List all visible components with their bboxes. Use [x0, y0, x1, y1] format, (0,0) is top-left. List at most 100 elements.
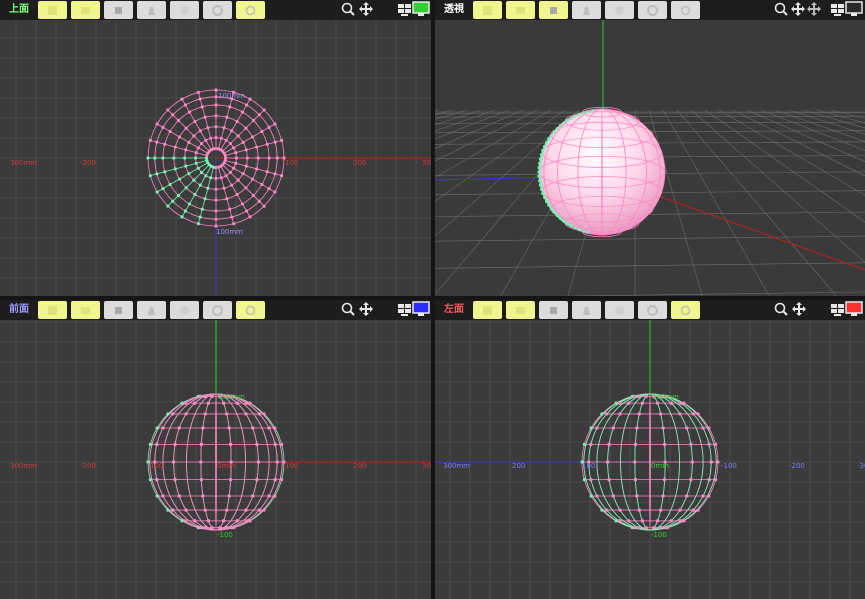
- rotate-tool-button[interactable]: [71, 1, 100, 19]
- mesh-vertex: [606, 460, 610, 464]
- pan-icon[interactable]: [359, 2, 373, 16]
- mesh-vertex: [257, 113, 261, 117]
- zoom-icon[interactable]: [774, 2, 788, 16]
- mesh-vertex: [552, 210, 556, 214]
- mesh-vertex: [627, 519, 631, 523]
- sphere-tool-button[interactable]: [170, 1, 199, 19]
- sphere-tool-button[interactable]: [170, 301, 199, 319]
- cube-tool-button[interactable]: [104, 1, 133, 19]
- mesh-vertex: [244, 126, 248, 130]
- mesh-vertex: [193, 192, 197, 197]
- mesh-vertex: [184, 148, 188, 152]
- cube-tool-button[interactable]: [539, 1, 568, 19]
- viewport-front[interactable]: 前面 300mm -200 100 0mm 100 200 30 100mm -100: [0, 300, 431, 599]
- mesh-vertex: [714, 477, 718, 482]
- front-canvas[interactable]: 300mm -200 100 0mm 100 200 30 100mm -100: [0, 320, 431, 599]
- monitor-icon[interactable]: [412, 301, 430, 316]
- left-canvas[interactable]: 300mm 200 100 0mm -100 -200 -30 100mm -100: [435, 320, 865, 599]
- monitor-icon[interactable]: [412, 1, 430, 16]
- zoom-icon[interactable]: [774, 302, 788, 316]
- pan-icon[interactable]: [791, 2, 805, 16]
- rotate-tool-button[interactable]: [506, 301, 535, 319]
- rotate-tool-icon: [81, 306, 90, 314]
- mesh-vertex: [661, 426, 665, 430]
- mesh-vertex: [541, 191, 545, 195]
- pan-icon[interactable]: [359, 302, 373, 316]
- mesh-vertex: [225, 197, 229, 201]
- mesh-vertex: [183, 401, 187, 405]
- mesh-vertex: [265, 142, 269, 146]
- mesh-vertex: [273, 477, 277, 482]
- monitor-icon[interactable]: [845, 301, 863, 316]
- rotate-tool-button[interactable]: [71, 301, 100, 319]
- layout-icon[interactable]: [398, 304, 411, 316]
- mesh-vertex: [204, 174, 208, 178]
- mesh-vertex: [235, 192, 239, 197]
- mesh-vertex: [148, 477, 152, 482]
- move-tool-button[interactable]: [473, 301, 502, 319]
- orbit-icon[interactable]: [807, 2, 821, 16]
- viewport-toolbar: 透視: [435, 0, 865, 20]
- move-tool-button[interactable]: [38, 1, 67, 19]
- mesh-vertex: [231, 90, 236, 94]
- sphere-tool-button[interactable]: [605, 301, 634, 319]
- gear-tool-button[interactable]: [203, 301, 232, 319]
- refresh-tool-button[interactable]: [236, 301, 265, 319]
- mesh-vertex: [250, 135, 255, 139]
- move-tool-button[interactable]: [38, 301, 67, 319]
- refresh-tool-button[interactable]: [671, 1, 700, 19]
- cube-tool-button[interactable]: [539, 301, 568, 319]
- gear-tool-icon: [647, 304, 658, 316]
- top-canvas[interactable]: 300mm -200 100 200 30100mm100mm: [0, 20, 431, 296]
- pan-icon[interactable]: [792, 302, 806, 316]
- mesh-vertex: [644, 394, 648, 398]
- mesh-vertex: [177, 426, 181, 430]
- mesh-vertex: [582, 477, 586, 482]
- sphere-tool-button[interactable]: [605, 1, 634, 19]
- mesh-vertex: [196, 90, 201, 94]
- viewport-left[interactable]: 左面 300mm 200 100 0mm -100 -200 -30 100mm -100: [435, 300, 865, 599]
- bell-tool-button[interactable]: [572, 1, 601, 19]
- mesh-vertex: [581, 111, 586, 115]
- axis-label: 300mm: [10, 462, 37, 470]
- bell-tool-button[interactable]: [572, 301, 601, 319]
- viewport-perspective[interactable]: 透視: [435, 0, 865, 296]
- mesh-vertex: [201, 426, 205, 430]
- mesh-vertex: [183, 519, 187, 523]
- zoom-icon[interactable]: [341, 2, 355, 16]
- mesh-vertex: [248, 97, 252, 101]
- viewport-top[interactable]: 上面 300mm -200 100 200 30 100mm 100mm: [0, 0, 431, 296]
- cube-tool-button[interactable]: [104, 301, 133, 319]
- bell-tool-button[interactable]: [137, 1, 166, 19]
- gear-tool-button[interactable]: [638, 301, 667, 319]
- mesh-vertex: [558, 216, 562, 220]
- rotate-tool-button[interactable]: [506, 1, 535, 19]
- move-tool-icon: [483, 305, 492, 315]
- mesh-vertex: [257, 412, 261, 416]
- rotate-tool-icon: [81, 6, 90, 14]
- mesh-vertex: [538, 157, 543, 161]
- mesh-vertex: [267, 156, 271, 160]
- layout-icon[interactable]: [831, 304, 844, 316]
- mesh-vertex: [177, 135, 182, 139]
- mesh-vertex: [214, 198, 218, 202]
- mesh-vertex: [262, 204, 266, 208]
- refresh-tool-button[interactable]: [671, 301, 700, 319]
- zoom-icon[interactable]: [341, 302, 355, 316]
- perspective-canvas[interactable]: [435, 20, 865, 296]
- layout-icon[interactable]: [398, 4, 411, 16]
- refresh-tool-button[interactable]: [236, 1, 265, 19]
- mesh-vertex: [275, 460, 279, 464]
- mesh-vertex: [582, 442, 586, 447]
- mesh-vertex: [199, 477, 203, 482]
- mesh-vertex: [251, 426, 255, 430]
- move-tool-button[interactable]: [473, 1, 502, 19]
- monitor-icon[interactable]: [845, 1, 863, 16]
- gear-tool-button[interactable]: [203, 1, 232, 19]
- axis-label: 0mm: [217, 462, 235, 470]
- mesh-vertex: [176, 193, 181, 198]
- gear-tool-button[interactable]: [638, 1, 667, 19]
- layout-icon[interactable]: [831, 4, 844, 16]
- bell-tool-button[interactable]: [137, 301, 166, 319]
- mesh-vertex: [257, 508, 261, 512]
